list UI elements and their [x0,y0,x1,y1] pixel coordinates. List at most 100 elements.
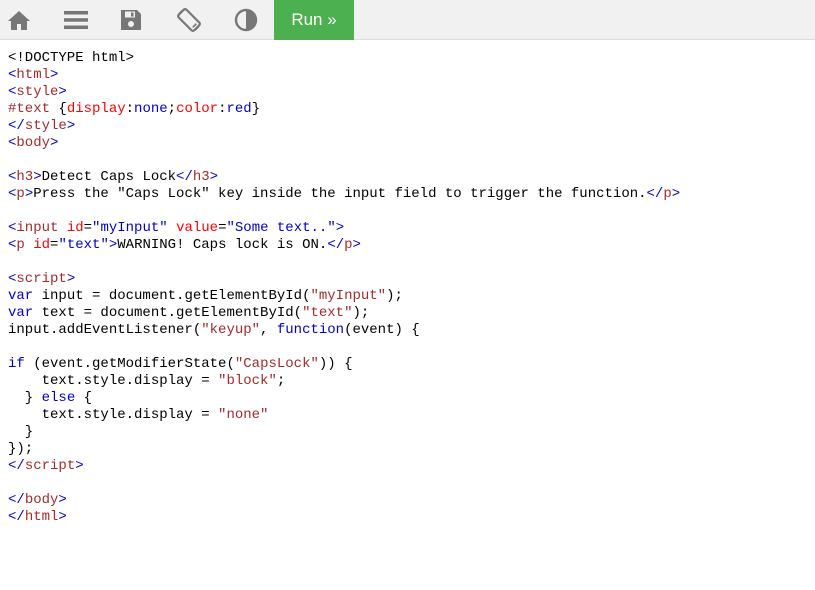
home-icon[interactable] [0,0,38,40]
code-line: text.style.display = "none" [8,407,680,424]
code-token: input = document.getElementById( [33,288,311,304]
code-token: color [176,101,219,117]
code-token: id [58,220,84,236]
code-line: #text {display:none;color:red} [8,101,680,118]
code-token: > [671,186,681,202]
code-line: text.style.display = "block"; [8,373,680,390]
code-line: <!DOCTYPE html> [8,50,680,67]
code-token: : [125,101,135,117]
code-token: "none" [218,407,269,423]
code-token: "CapsLock" [234,356,319,372]
code-token: = [83,220,93,236]
code-token: > [108,237,118,253]
code-token: } [8,424,34,440]
code-token: display [66,101,126,117]
code-token: ; [276,373,286,389]
code-token: body [24,492,59,508]
code-token: </ [8,492,25,508]
code-token: style [16,84,59,100]
code-token: text.style.display = [8,407,219,423]
code-token: } [251,101,261,117]
code-editor[interactable]: <!DOCTYPE html> <html> <style> #text {displ… [8,50,680,526]
code-line: var input = document.getElementById("myI… [8,288,680,305]
code-token: input.addEventListener( [8,322,202,338]
code-token: , [260,322,277,338]
code-token: (event.getModifierState( [24,356,235,372]
code-token: if [8,356,25,372]
save-icon[interactable] [112,0,150,40]
code-line: <p>Press the "Caps Lock" key inside the … [8,186,680,203]
code-line: <p id="text">WARNING! Caps lock is ON.</… [8,237,680,254]
code-token: > [66,118,76,134]
code-line: } else { [8,390,680,407]
code-token: p [16,237,25,253]
code-token: <!DOCTYPE html> [8,50,135,66]
code-line: if (event.getModifierState("CapsLock")) … [8,356,680,373]
code-token: "block" [218,373,277,389]
code-token: </ [8,118,25,134]
code-token: > [50,67,59,83]
code-token: h3 [16,169,34,185]
code-token: var [8,305,34,321]
code-token: "Some text.." [226,220,336,236]
code-line: } [8,424,680,441]
menu-icon[interactable] [57,0,95,40]
code-token: > [58,492,67,508]
code-token: red [226,101,252,117]
code-token: > [50,135,59,151]
code-token: "text" [302,305,353,321]
code-token: p [16,186,25,202]
code-line: </body> [8,492,680,509]
contrast-icon[interactable] [227,0,265,40]
code-token: id [24,237,51,253]
code-token: p [344,237,353,253]
code-token: } [8,390,42,406]
code-token: > [58,84,67,100]
code-line: }); [8,441,680,458]
code-token: Detect Caps Lock [41,169,177,185]
code-line: <html> [8,67,680,84]
run-button[interactable]: Run » [274,0,354,40]
code-token: text.style.display = [8,373,219,389]
code-line: <body> [8,135,680,152]
code-line: <input id="myInput" value="Some text.."> [8,220,680,237]
code-token: p [663,186,672,202]
code-token: "keyup" [201,322,261,338]
code-line: </script> [8,458,680,475]
code-token: body [16,135,51,151]
code-token: ; [167,101,177,117]
code-token: </ [8,458,25,474]
code-token: > [33,169,42,185]
code-line: input.addEventListener("keyup", function… [8,322,680,339]
editor-toolbar: Run » [0,0,815,40]
code-token: text = document.getElementById( [33,305,303,321]
code-token: value [167,220,219,236]
code-line: var text = document.getElementById("text… [8,305,680,322]
code-token: html [16,67,51,83]
code-token: #text [8,101,59,117]
code-token: > [352,237,361,253]
code-token: > [24,186,34,202]
code-token: ); [386,288,403,304]
code-token: "myInput" [92,220,168,236]
code-line: </html> [8,509,680,526]
code-token: "text" [58,237,109,253]
rotate-icon[interactable] [170,0,208,40]
code-token: = [218,220,227,236]
code-token: input [16,220,59,236]
code-token: var [8,288,34,304]
code-token: script [24,458,76,474]
code-token: "myInput" [310,288,387,304]
code-token: </ [8,509,25,525]
code-line: </style> [8,118,680,135]
code-token: none [134,101,168,117]
code-token: function [276,322,345,338]
code-token: )) { [318,356,353,372]
code-line: <h3>Detect Caps Lock</h3> [8,169,680,186]
code-token: </ [646,186,664,202]
code-token: (event) { [344,322,420,338]
